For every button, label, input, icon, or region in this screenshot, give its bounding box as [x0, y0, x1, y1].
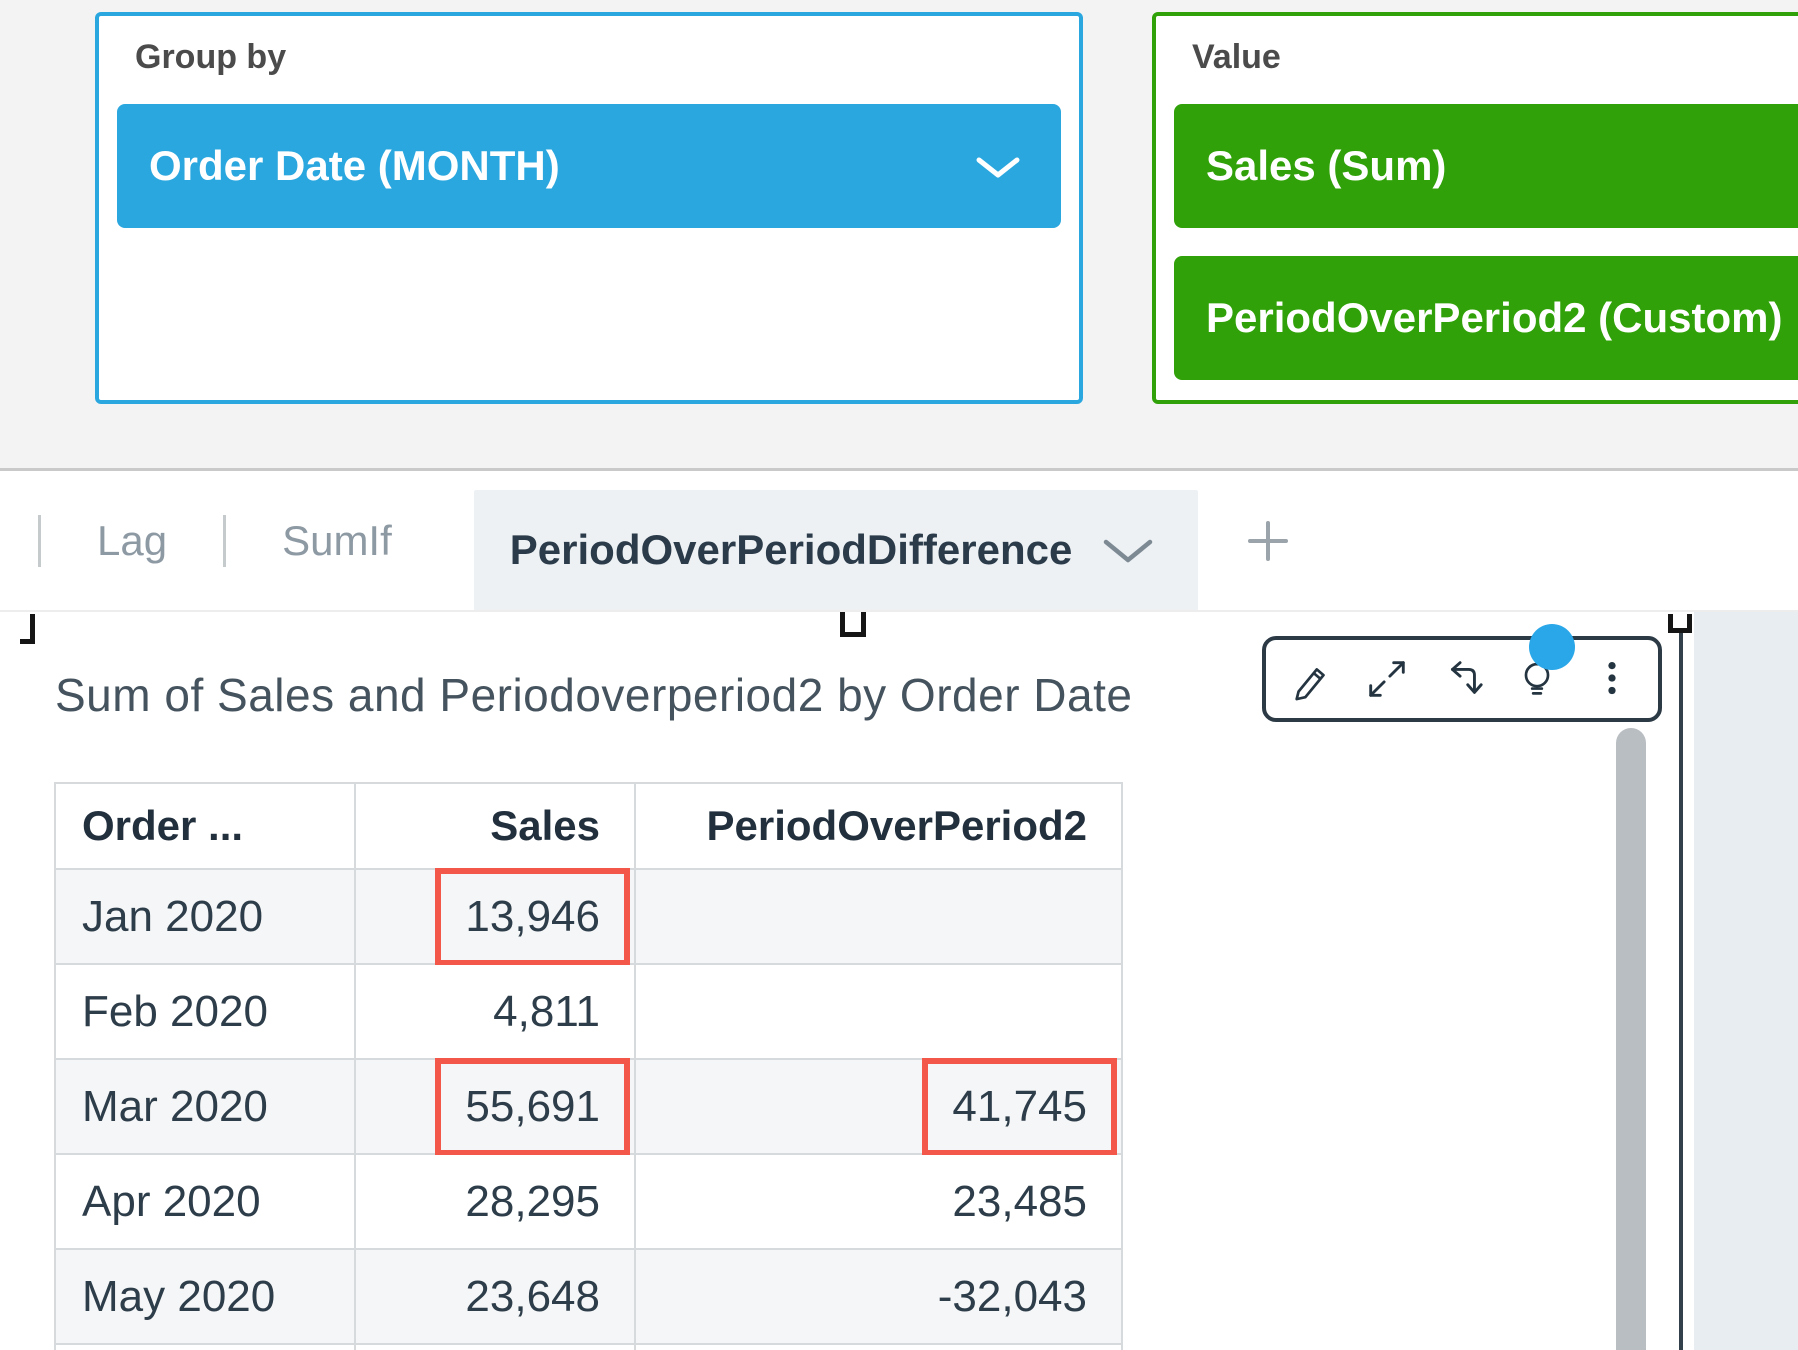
table-cell[interactable]: 41,745 — [636, 1060, 1121, 1155]
table-cell[interactable]: 13,946 — [356, 870, 636, 965]
tab-separator — [38, 515, 41, 567]
table-cell[interactable]: 23,485 — [636, 1155, 1121, 1250]
column-header-order-[interactable]: Order ... — [56, 784, 356, 870]
chevron-down-icon[interactable] — [975, 142, 1021, 190]
table-cell — [636, 1345, 1121, 1350]
table-cell[interactable]: 55,691 — [356, 1060, 636, 1155]
table-cell[interactable]: 4,811 — [356, 965, 636, 1060]
quicksight-editor-screen: Group by Order Date (MONTH) Value Sales … — [0, 0, 1798, 1350]
calculation-tab-bar: Lag SumIf PeriodOverPeriodDifference — [0, 471, 1798, 612]
value-label: Value — [1192, 38, 1281, 77]
group-by-pill[interactable]: Order Date (MONTH) — [117, 104, 1061, 228]
value-pill-label: PeriodOverPeriod2 (Custom) — [1206, 294, 1782, 342]
highlight-box: 55,691 — [435, 1058, 630, 1156]
add-calculation-button[interactable] — [1242, 515, 1294, 567]
calc-tab-periodoverperioddifference[interactable]: PeriodOverPeriodDifference — [474, 490, 1199, 610]
insights-notification-dot — [1529, 624, 1575, 670]
column-header-sales[interactable]: Sales — [356, 784, 636, 870]
table-cell[interactable]: -32,043 — [636, 1250, 1121, 1345]
export-arrow-icon[interactable] — [1439, 656, 1485, 702]
highlight-box: 41,745 — [922, 1058, 1117, 1156]
table-cell[interactable] — [636, 965, 1121, 1060]
maximize-icon[interactable] — [1364, 656, 1410, 702]
sheet-canvas-strip — [1694, 612, 1798, 1350]
table-cell[interactable]: Apr 2020 — [56, 1155, 356, 1250]
tab-separator — [223, 515, 226, 567]
calc-tab-label: Lag — [97, 517, 167, 564]
group-by-pill-label: Order Date (MONTH) — [149, 142, 560, 190]
resize-handle-top-center[interactable] — [840, 612, 866, 637]
group-by-label: Group by — [135, 38, 286, 77]
table-cell — [56, 1345, 356, 1350]
visual-title: Sum of Sales and Periodoverperiod2 by Or… — [55, 668, 1132, 722]
table-cell — [356, 1345, 636, 1350]
value-pill[interactable]: PeriodOverPeriod2 (Custom) — [1174, 256, 1798, 380]
group-by-field-well: Group by Order Date (MONTH) — [95, 12, 1083, 404]
field-wells-band: Group by Order Date (MONTH) Value Sales … — [0, 0, 1798, 468]
table-cell[interactable]: Jan 2020 — [56, 870, 356, 965]
table-cell[interactable]: 23,648 — [356, 1250, 636, 1345]
table-cell[interactable]: 28,295 — [356, 1155, 636, 1250]
calc-tab-lag[interactable]: Lag — [97, 517, 167, 565]
resize-handle-top-right[interactable] — [1668, 614, 1692, 633]
table-cell[interactable] — [636, 870, 1121, 965]
value-pill-label: Sales (Sum) — [1206, 142, 1446, 190]
table-cell[interactable]: Feb 2020 — [56, 965, 356, 1060]
chevron-down-icon[interactable] — [1102, 526, 1154, 574]
column-header-periodoverperiod2[interactable]: PeriodOverPeriod2 — [636, 784, 1121, 870]
value-field-well: Value Sales (Sum) PeriodOverPeriod2 (Cus… — [1152, 12, 1798, 404]
table-cell[interactable]: Mar 2020 — [56, 1060, 356, 1155]
table-scrollbar-thumb[interactable] — [1616, 728, 1646, 1350]
calc-tab-label: PeriodOverPeriodDifference — [510, 526, 1073, 574]
highlight-box: 13,946 — [435, 868, 630, 966]
table-cell[interactable]: May 2020 — [56, 1250, 356, 1345]
visual-toolbar — [1262, 636, 1662, 722]
value-pill[interactable]: Sales (Sum) — [1174, 104, 1798, 228]
visual-selection-border — [1679, 632, 1683, 1350]
calc-tab-sumif[interactable]: SumIf — [282, 517, 392, 565]
data-table: Order ...SalesPeriodOverPeriod2 Jan 2020 1… — [54, 782, 1123, 1350]
resize-handle-top-left[interactable] — [20, 614, 35, 644]
calc-tab-label: SumIf — [282, 517, 392, 564]
menu-dots-icon[interactable] — [1589, 656, 1635, 702]
edit-pencil-icon[interactable] — [1289, 656, 1335, 702]
